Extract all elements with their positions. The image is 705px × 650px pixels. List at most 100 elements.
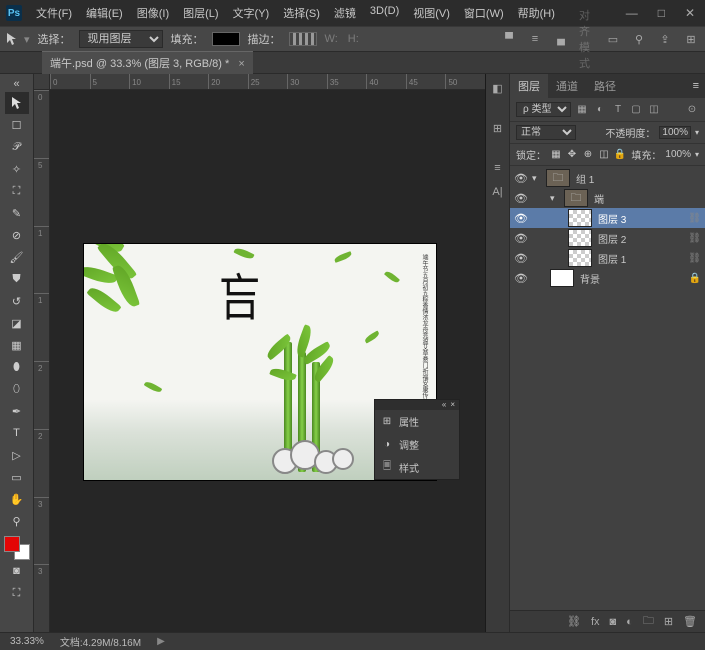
close-button[interactable]: ✕ [681,4,699,22]
workspace-icon[interactable]: ⊞ [683,31,699,47]
eraser-tool[interactable]: ◪ [5,312,29,334]
align-middle-icon[interactable]: ≡ [527,31,543,47]
fill-swatch[interactable] [212,32,240,46]
foreground-color[interactable] [4,536,20,552]
visibility-icon[interactable]: 👁 [514,252,528,265]
lock-all-icon[interactable]: 🔒 [614,149,626,161]
visibility-icon[interactable]: 👁 [514,272,528,285]
visibility-icon[interactable]: 👁 [514,192,528,205]
blend-mode-dropdown[interactable]: 正常 [516,125,576,140]
path-select-tool[interactable]: ▷ [5,444,29,466]
layer-name[interactable]: 图层 2 [598,231,626,246]
layer-name[interactable]: 图层 3 [598,211,626,226]
link-layers-icon[interactable]: ⛓ [567,615,581,628]
new-layer-icon[interactable]: ⊞ [664,615,673,628]
marquee-tool[interactable]: ☐ [5,114,29,136]
floating-panel-close-icon[interactable]: × [450,400,455,410]
layer-row-1[interactable]: 👁 图层 1 ⛓ [510,248,705,268]
filter-smart-icon[interactable]: ◫ [647,103,661,117]
fill-opacity-value[interactable]: 100% [665,149,691,160]
lock-pixels-icon[interactable]: ▦ [550,149,562,161]
filter-pixel-icon[interactable]: ▦ [575,103,589,117]
move-tool[interactable] [5,92,29,114]
mask-icon[interactable]: ◙ [610,616,617,628]
align-top-icon[interactable]: ▀ [501,31,517,47]
canvas-area[interactable]: 05101520253035404550 05112233 吂 [34,74,486,632]
filter-toggle-icon[interactable]: ⊙ [685,103,699,117]
link-icon[interactable]: ⛓ [688,253,701,264]
lock-position-icon[interactable]: ✥ [566,149,578,161]
filter-adjust-icon[interactable]: ◐ [593,103,607,117]
layer-row-2[interactable]: 👁 图层 2 ⛓ [510,228,705,248]
link-icon[interactable]: ⛓ [688,233,701,244]
panel-menu-icon[interactable]: ≡ [687,80,705,92]
document-tab[interactable]: 端午.psd @ 33.3% (图层 3, RGB/8) * × [42,51,253,74]
dodge-tool[interactable]: ⬯ [5,378,29,400]
floating-panel[interactable]: «× ⊞属性 ◑调整 🗏样式 [374,399,460,480]
menu-view[interactable]: 视图(V) [407,2,456,24]
magic-wand-tool[interactable]: ✧ [5,158,29,180]
collapsed-character-icon[interactable]: A| [490,184,506,200]
layer-row-group1[interactable]: 👁 ▾ 🗀 组 1 [510,168,705,188]
lock-artboard-icon[interactable]: ⊕ [582,149,594,161]
collapsed-paragraph-icon[interactable]: ≡ [490,160,506,176]
collapsed-color-icon[interactable]: ◧ [490,80,506,96]
quick-mask-tool[interactable]: ◙ [5,560,29,582]
status-arrow-icon[interactable]: ▶ [157,636,165,647]
maximize-button[interactable]: □ [654,4,669,22]
popup-adjustments[interactable]: ◑调整 [375,433,459,456]
layer-name[interactable]: 图层 1 [598,251,626,266]
lasso-tool[interactable]: 𝒫 [5,136,29,158]
tab-layers[interactable]: 图层 [510,74,548,98]
color-swatch[interactable] [4,536,30,560]
screen-mode-tool[interactable]: ⛶ [5,582,29,604]
tab-channels[interactable]: 通道 [548,74,586,98]
shape-tool[interactable]: ▭ [5,466,29,488]
tab-paths[interactable]: 路径 [586,74,624,98]
adjustment-layer-icon[interactable]: ◐ [626,616,633,628]
hand-tool[interactable]: ✋ [5,488,29,510]
layer-row-3[interactable]: 👁 图层 3 ⛓ [510,208,705,228]
history-brush-tool[interactable]: ↺ [5,290,29,312]
document-info[interactable]: 文档:4.29M/8.16M [60,634,141,649]
visibility-icon[interactable]: 👁 [514,232,528,245]
fx-icon[interactable]: fx [591,616,600,628]
gradient-tool[interactable]: ▦ [5,334,29,356]
menu-filter[interactable]: 滤镜 [328,2,362,24]
layer-row-sub[interactable]: 👁 ▾ 🗀 端 [510,188,705,208]
healing-tool[interactable]: ⊘ [5,224,29,246]
type-tool[interactable]: T [5,422,29,444]
menu-3d[interactable]: 3D(D) [364,2,405,24]
menu-select[interactable]: 选择(S) [277,2,326,24]
menu-window[interactable]: 窗口(W) [458,2,510,24]
ruler-horizontal[interactable]: 05101520253035404550 [50,74,485,90]
minimize-button[interactable]: — [622,4,642,22]
menu-type[interactable]: 文字(Y) [227,2,276,24]
filter-type-icon[interactable]: T [611,103,625,117]
popup-styles[interactable]: 🗏样式 [375,456,459,479]
toolbar-collapse-icon[interactable]: « [4,78,30,92]
twist-icon[interactable]: ▾ [532,173,542,184]
align-bottom-icon[interactable]: ▄ [553,31,569,47]
panel-toggle-icon[interactable]: ▭ [605,31,621,47]
menu-help[interactable]: 帮助(H) [512,2,561,24]
layer-name[interactable]: 背景 [580,271,600,286]
twist-icon[interactable]: ▾ [550,193,560,204]
visibility-icon[interactable]: 👁 [514,212,528,225]
filter-kind-dropdown[interactable]: ρ 类型 [516,102,571,117]
document-tab-close-icon[interactable]: × [238,58,244,70]
stamp-tool[interactable]: ⛊ [5,268,29,290]
popup-properties[interactable]: ⊞属性 [375,410,459,433]
brush-tool[interactable]: 🖌 [5,246,29,268]
menu-layer[interactable]: 图层(L) [177,2,224,24]
ruler-origin[interactable] [34,74,50,90]
zoom-level[interactable]: 33.33% [10,636,44,647]
crop-tool[interactable]: ⛶ [5,180,29,202]
delete-layer-icon[interactable]: 🗑 [683,615,697,628]
opacity-value[interactable]: 100% [659,126,691,139]
blur-tool[interactable]: ⬮ [5,356,29,378]
layer-name[interactable]: 组 1 [576,171,594,186]
link-icon[interactable]: ⛓ [688,213,701,224]
menu-image[interactable]: 图像(I) [131,2,175,24]
stroke-swatch[interactable] [289,32,317,46]
